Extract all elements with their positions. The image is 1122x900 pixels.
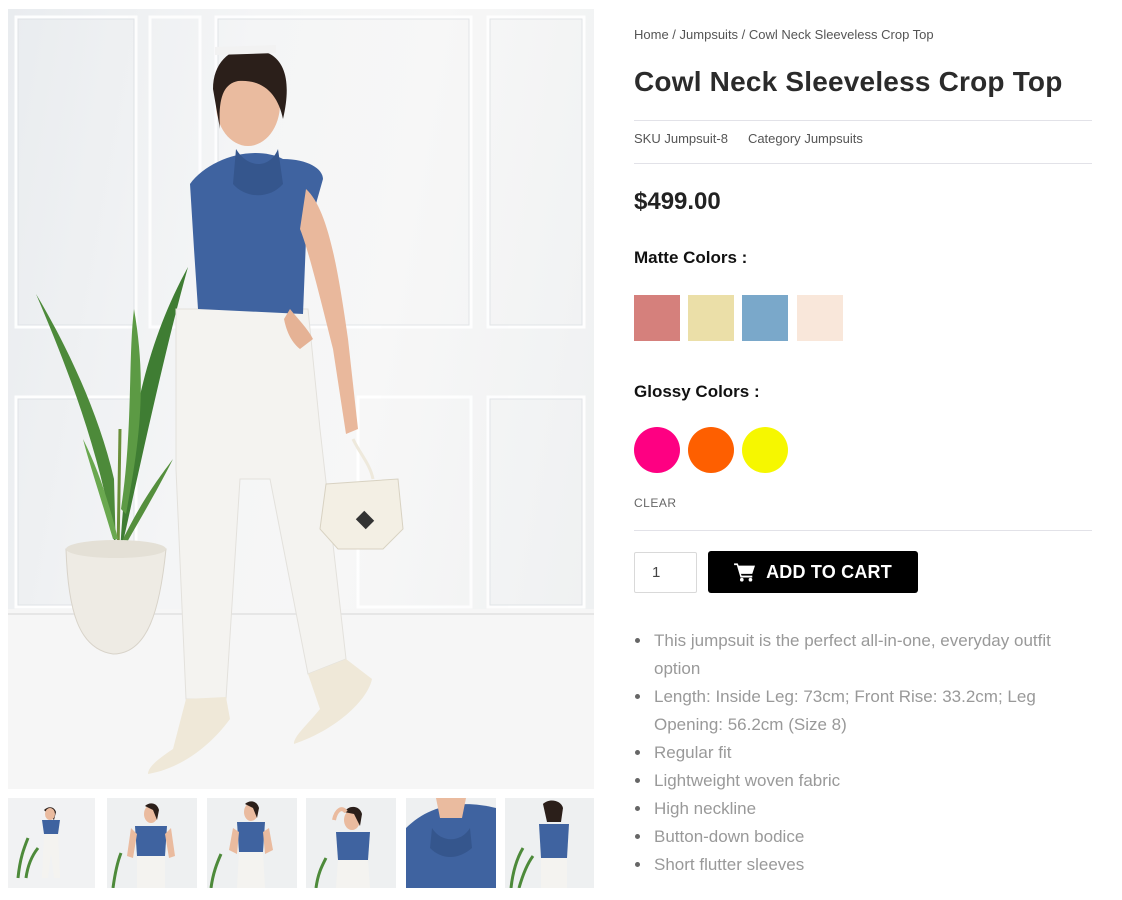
product-main-image[interactable] [8,9,594,789]
cart-icon [734,563,756,582]
list-item: Length: Inside Leg: 73cm; Front Rise: 33… [634,683,1092,739]
product-photo [8,15,594,789]
matte-swatch-3[interactable] [742,295,788,341]
divider [634,120,1092,121]
clear-selection-link[interactable]: CLEAR [634,496,677,510]
breadcrumb: Home / Jumpsuits / Cowl Neck Sleeveless … [634,27,934,42]
sku-value: Jumpsuit-8 [664,131,728,146]
list-item: This jumpsuit is the perfect all-in-one,… [634,627,1092,683]
glossy-swatch-1[interactable] [634,427,680,473]
matte-swatch-4[interactable] [797,295,843,341]
breadcrumb-current: Cowl Neck Sleeveless Crop Top [748,27,934,42]
breadcrumb-home-link[interactable]: Home [634,27,669,42]
divider [634,163,1092,164]
add-to-cart-label: ADD TO CART [766,561,892,582]
glossy-colors-label: Glossy Colors : [634,382,760,401]
product-meta: SKU Jumpsuit-8 Category Jumpsuits [634,131,863,146]
list-item: Lightweight woven fabric [634,767,1092,795]
thumbnail-1[interactable] [8,798,95,888]
thumbnail-6[interactable] [505,798,594,888]
thumbnail-2[interactable] [107,798,197,888]
thumbnail-strip [8,798,596,890]
list-item: Button-down bodice [634,823,1092,851]
matte-swatch-1[interactable] [634,295,680,341]
thumbnail-4[interactable] [306,798,396,888]
breadcrumb-separator: / [738,27,749,42]
divider [634,530,1092,531]
product-title: Cowl Neck Sleeveless Crop Top [634,66,1063,97]
glossy-swatch-2[interactable] [688,427,734,473]
product-price: $499.00 [634,188,721,215]
sku-label: SKU [634,131,661,146]
add-to-cart-button[interactable]: ADD TO CART [708,551,918,593]
list-item: Short flutter sleeves [634,851,1092,879]
feature-list: This jumpsuit is the perfect all-in-one,… [634,627,1092,879]
glossy-swatch-3[interactable] [742,427,788,473]
breadcrumb-separator: / [668,27,680,42]
breadcrumb-category-link[interactable]: Jumpsuits [680,27,739,42]
category-link[interactable]: Jumpsuits [804,131,863,146]
matte-colors-label: Matte Colors : [634,248,748,267]
matte-swatch-2[interactable] [688,295,734,341]
quantity-input[interactable] [634,552,697,593]
thumbnail-3[interactable] [207,798,297,888]
list-item: High neckline [634,795,1092,823]
thumbnail-5[interactable] [406,798,496,888]
list-item: Regular fit [634,739,1092,767]
category-label: Category [747,131,801,146]
